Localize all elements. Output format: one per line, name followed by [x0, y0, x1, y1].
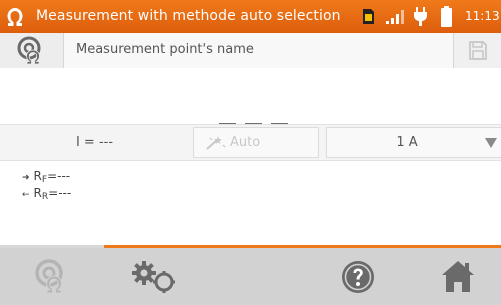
home-icon: [442, 261, 474, 292]
window-title: Measurement with methode auto selection: [36, 8, 341, 24]
help-icon: [342, 261, 374, 293]
app-logo-icon: [7, 8, 23, 26]
signal-strength-icon: [386, 10, 404, 24]
status-bar: Measurement with methode auto selection …: [0, 0, 501, 33]
measurement-point-icon: [17, 36, 41, 65]
dropdown-arrow-icon: [485, 138, 497, 148]
magic-wand-icon: [206, 136, 226, 150]
settings-button[interactable]: [104, 248, 208, 305]
reverse-value: =---: [48, 186, 72, 200]
parameter-row: I = --- Auto 1 A: [0, 124, 501, 161]
battery-icon: [441, 6, 452, 27]
save-button[interactable]: [453, 33, 501, 68]
measurement-point-icon: [35, 259, 63, 294]
arrow-left-icon: ←: [22, 190, 30, 200]
reverse-resistance: ← RR=---: [22, 186, 71, 202]
measurement-point-row: Measurement point's name: [0, 33, 501, 68]
current-range-dropdown[interactable]: 1 A: [326, 127, 501, 158]
bottom-toolbar: [0, 248, 501, 305]
sim-card-icon: [363, 9, 374, 24]
current-range-value: 1 A: [396, 135, 418, 150]
arrow-right-icon: ➜: [22, 173, 30, 183]
auto-button[interactable]: Auto: [193, 127, 319, 158]
settings-gears-icon: [132, 261, 175, 293]
forward-resistance: ➜ RF=---: [22, 169, 70, 185]
name-placeholder: Measurement point's name: [76, 42, 254, 57]
home-button[interactable]: [415, 248, 501, 305]
measurement-point-button[interactable]: [0, 33, 64, 68]
power-plug-icon: [414, 7, 427, 26]
current-readout: I = ---: [75, 135, 114, 150]
measurement-point-name-field[interactable]: Measurement point's name: [64, 33, 501, 68]
forward-value: =---: [47, 169, 71, 183]
save-icon: [469, 41, 487, 60]
reverse-label: R: [33, 186, 42, 200]
help-button[interactable]: [316, 248, 402, 305]
result-area: - - -: [0, 68, 501, 127]
forward-label: R: [33, 169, 42, 183]
measurement-point-toolbar-button[interactable]: [0, 248, 104, 305]
auto-label: Auto: [230, 135, 261, 150]
clock: 11:13: [465, 9, 500, 23]
